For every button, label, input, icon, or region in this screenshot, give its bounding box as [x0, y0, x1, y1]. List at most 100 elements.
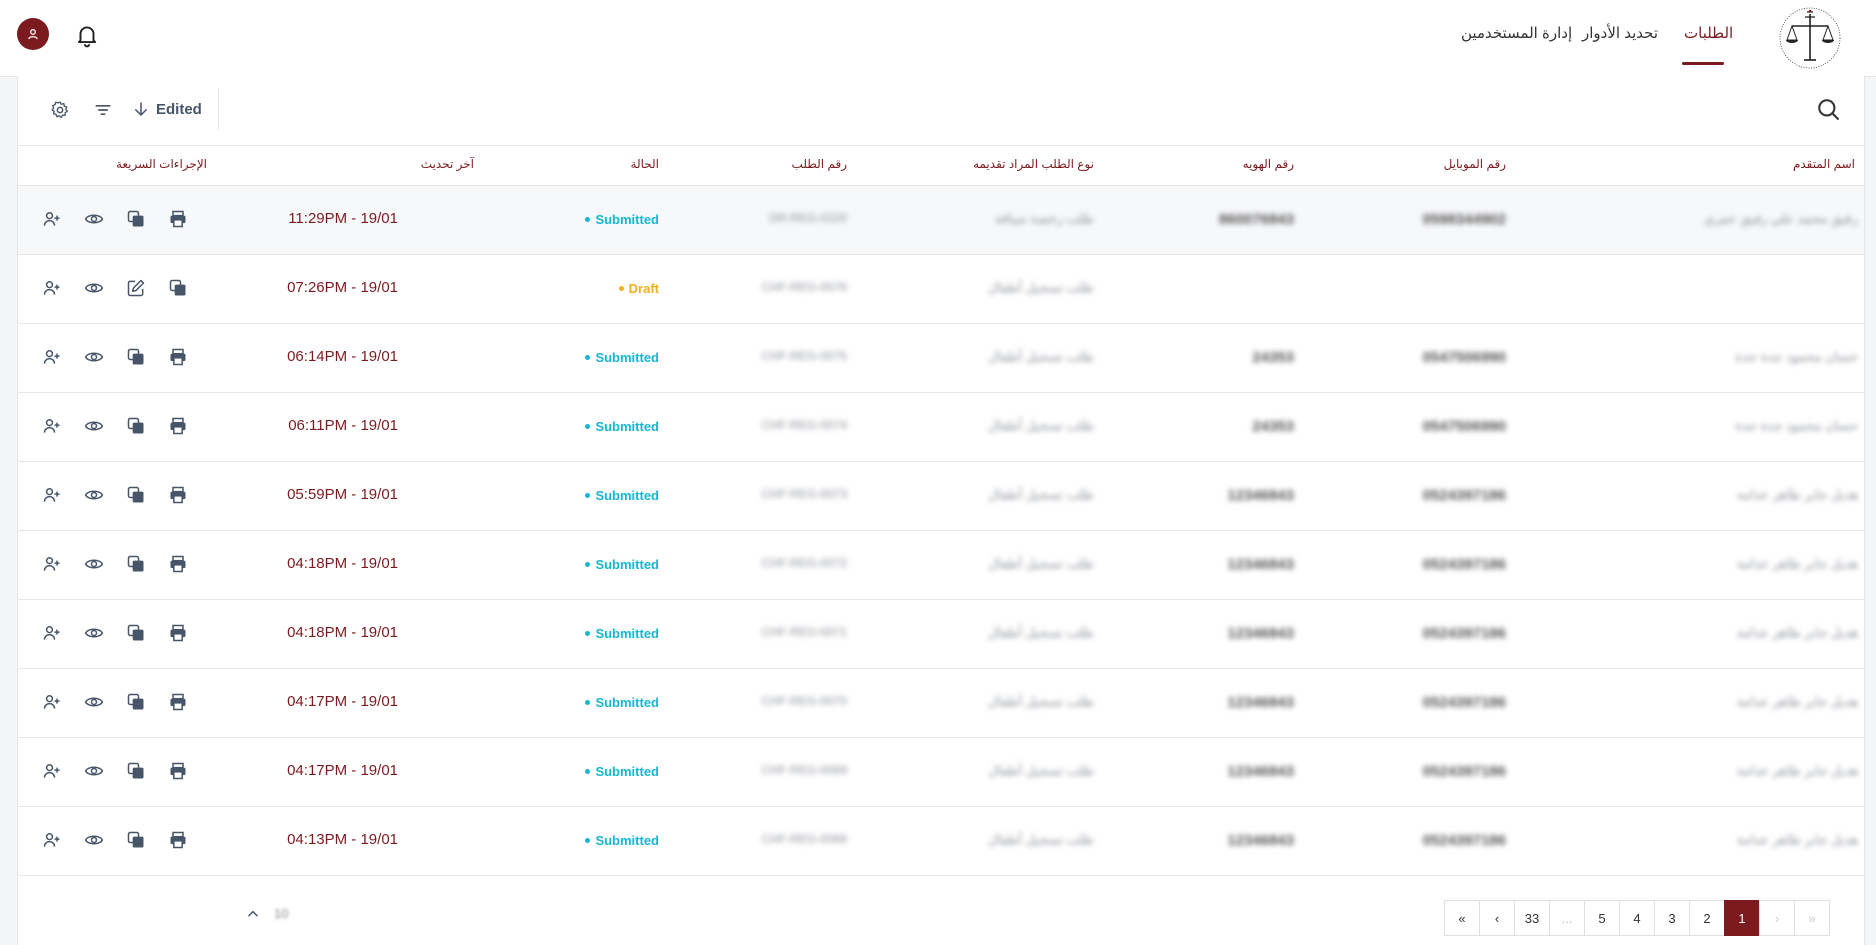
print-icon [170, 348, 186, 366]
duplicate-button[interactable] [124, 552, 148, 576]
mobile-cell: 0524397186 [1422, 763, 1506, 780]
header-mobile[interactable]: رقم الموبايل [1444, 157, 1506, 171]
request-type-cell: طلب تسجيل أطفال [988, 418, 1094, 433]
settings-button[interactable] [46, 96, 74, 124]
duplicate-button[interactable] [124, 345, 148, 369]
table-row[interactable]: هديل جابر طاهر عدامة 0524397186 12346843 طل… [18, 462, 1864, 531]
nav-roles[interactable]: تحديد الأدوار [1582, 24, 1658, 42]
mobile-cell: 0524397186 [1422, 694, 1506, 711]
view-button[interactable] [82, 621, 106, 645]
id-number-cell: 12346843 [1227, 763, 1294, 780]
assign-user-button[interactable] [40, 345, 64, 369]
view-button[interactable] [82, 759, 106, 783]
duplicate-button[interactable] [124, 414, 148, 438]
view-button[interactable] [82, 414, 106, 438]
table-row[interactable]: هديل جابر طاهر عدامة 0524397186 12346843 طل… [18, 669, 1864, 738]
print-button[interactable] [166, 414, 190, 438]
header-request-number[interactable]: رقم الطلب [792, 157, 847, 171]
edit-button[interactable] [124, 276, 148, 300]
toolbar-divider [218, 88, 219, 130]
filter-button[interactable] [89, 96, 117, 124]
header-request-type[interactable]: نوع الطلب المراد تقديمه [973, 157, 1094, 171]
duplicate-button[interactable] [124, 759, 148, 783]
table-row[interactable]: حسان محمود جدة جدة 0547506990 24353 طلب تسج… [18, 324, 1864, 393]
request-number-cell: CHF-REG-0068 [761, 832, 847, 846]
table-row[interactable]: هديل جابر طاهر عدامة 0524397186 12346843 طل… [18, 807, 1864, 876]
assign-user-button[interactable] [40, 276, 64, 300]
table-row[interactable]: هديل جابر طاهر عدامة 0524397186 12346843 طل… [18, 600, 1864, 669]
nav-requests[interactable]: الطلبات [1684, 24, 1733, 42]
print-button[interactable] [166, 690, 190, 714]
assign-user-button[interactable] [40, 414, 64, 438]
view-button[interactable] [82, 345, 106, 369]
applicant-name-cell: هديل جابر طاهر عدامة [1736, 694, 1858, 709]
last-updated-cell: 04:18PM - 19/01 [287, 624, 398, 641]
duplicate-button[interactable] [124, 207, 148, 231]
page-button-3[interactable]: 3 [1654, 900, 1690, 936]
view-button[interactable] [82, 690, 106, 714]
next-page-button[interactable]: › [1759, 900, 1795, 936]
view-button[interactable] [82, 828, 106, 852]
page-button-1[interactable]: 1 [1724, 900, 1760, 936]
applicant-name-cell: هديل جابر طاهر عدامة [1736, 625, 1858, 640]
last-page-button[interactable]: » [1794, 900, 1830, 936]
assign-user-button[interactable] [40, 759, 64, 783]
page-size-selector[interactable]: 10 [246, 906, 288, 921]
view-button[interactable] [82, 207, 106, 231]
view-button[interactable] [82, 483, 106, 507]
nav-user-management[interactable]: إدارة المستخدمين [1461, 24, 1572, 42]
previous-page-button[interactable]: ‹ [1479, 900, 1515, 936]
assign-user-button[interactable] [40, 621, 64, 645]
status-dot [618, 286, 624, 291]
duplicate-button[interactable] [124, 621, 148, 645]
page-button-33[interactable]: 33 [1514, 900, 1550, 936]
last-updated-cell: 04:18PM - 19/01 [287, 555, 398, 572]
assign-user-button[interactable] [40, 552, 64, 576]
page-button-2[interactable]: 2 [1689, 900, 1725, 936]
assign-user-button[interactable] [40, 483, 64, 507]
duplicate-button[interactable] [166, 276, 190, 300]
table-row[interactable]: رفيق محمد علي رفيق عمري 0598344902 8600768… [18, 186, 1864, 255]
header-applicant-name[interactable]: اسم المتقدم [1793, 157, 1855, 171]
print-button[interactable] [166, 483, 190, 507]
page-button-4[interactable]: 4 [1619, 900, 1655, 936]
header-id-number[interactable]: رقم الهويه [1243, 157, 1294, 171]
id-number-cell: 12346843 [1227, 487, 1294, 504]
print-button[interactable] [166, 621, 190, 645]
print-button[interactable] [166, 345, 190, 369]
assign-user-button[interactable] [40, 690, 64, 714]
first-page-button[interactable]: « [1444, 900, 1480, 936]
header-last-updated[interactable]: آخر تحديث [421, 157, 474, 171]
assign-user-button[interactable] [40, 207, 64, 231]
print-button[interactable] [166, 759, 190, 783]
duplicate-button[interactable] [124, 483, 148, 507]
status-badge: Submitted [585, 419, 659, 434]
page-button-5[interactable]: 5 [1584, 900, 1620, 936]
status-dot [585, 493, 591, 498]
view-button[interactable] [82, 276, 106, 300]
add-user-icon [43, 695, 60, 709]
view-button[interactable] [82, 552, 106, 576]
assign-user-button[interactable] [40, 828, 64, 852]
last-updated-cell: 04:17PM - 19/01 [287, 762, 398, 779]
table-row[interactable]: هديل جابر طاهر عدامة 0524397186 12346843 طل… [18, 738, 1864, 807]
header-status[interactable]: الحالة [631, 157, 659, 171]
eye-icon [84, 559, 104, 569]
table-row[interactable]: حسان محمود جدة جدة 0547506990 24353 طلب تسج… [18, 393, 1864, 462]
print-icon [170, 555, 186, 573]
status-label: Submitted [595, 419, 659, 434]
request-type-cell: طلب تسجيل أطفال [988, 280, 1094, 295]
sort-button[interactable]: Edited [132, 94, 202, 124]
user-avatar[interactable] [17, 18, 49, 50]
print-button[interactable] [166, 828, 190, 852]
notification-bell-icon[interactable] [74, 22, 100, 48]
status-label: Submitted [595, 626, 659, 641]
duplicate-button[interactable] [124, 690, 148, 714]
table-row[interactable]: هديل جابر طاهر عدامة 0524397186 12346843 طل… [18, 531, 1864, 600]
duplicate-button[interactable] [124, 828, 148, 852]
print-button[interactable] [166, 552, 190, 576]
status-dot [585, 355, 591, 360]
print-button[interactable] [166, 207, 190, 231]
table-row[interactable]: طلب تسجيل أطفال CHF-REG-0076 Draft 07:26PM … [18, 255, 1864, 324]
search-icon[interactable] [1814, 95, 1842, 123]
